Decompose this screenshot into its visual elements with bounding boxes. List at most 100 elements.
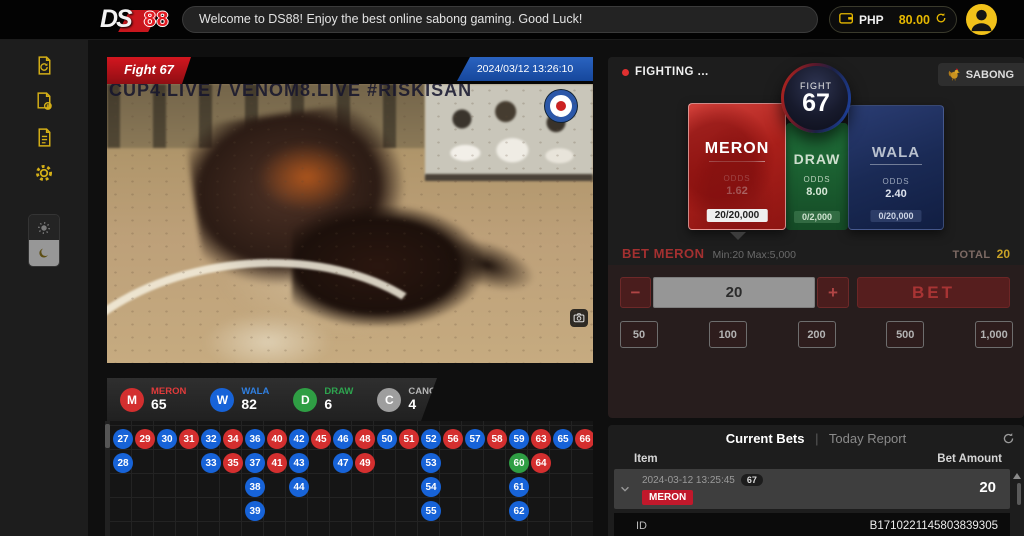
sidebar <box>0 40 88 536</box>
draw-odds-label: ODDS <box>786 175 848 184</box>
trend-scroll-thumb[interactable] <box>105 424 110 448</box>
quick-amount-500[interactable]: 500 <box>886 321 924 348</box>
trend-cell-65: 65 <box>553 429 573 449</box>
refresh-balance-icon[interactable] <box>935 11 947 29</box>
id-value: B1710221145803839305 <box>870 520 998 532</box>
arena-wall-spectators <box>425 84 593 176</box>
fight-circle: FIGHT 67 <box>781 63 851 133</box>
meron-card[interactable]: MERON ODDS 1.62 20/20,000 <box>688 103 786 230</box>
trend-cell-53: 53 <box>421 453 441 473</box>
trend-cell-66: 66 <box>575 429 593 449</box>
trend-cell-37: 37 <box>245 453 265 473</box>
ds88-logo[interactable]: DS 88 <box>100 4 178 36</box>
stat-value: 65 <box>151 397 186 412</box>
stat-value: 4 <box>408 397 448 412</box>
trend-cell-42: 42 <box>289 429 309 449</box>
status-dot <box>622 69 629 76</box>
trend-cell-33: 33 <box>201 453 221 473</box>
round-status: FIGHTING ... <box>622 66 709 78</box>
settings-icon[interactable] <box>27 156 61 190</box>
col-item: Item <box>634 453 658 465</box>
quick-amount-200[interactable]: 200 <box>798 321 836 348</box>
rooster-one <box>184 98 416 296</box>
stat-draw: DDRAW6 <box>293 387 353 412</box>
bet-time: 2024-03-12 13:25:45 <box>642 475 735 486</box>
refresh-bets-icon[interactable] <box>1002 432 1015 450</box>
logo-ds-text: DS <box>100 5 131 34</box>
live-video-player: Fight 67 2024/03/12 13:26:10 UCUP4.LIVE … <box>107 57 593 363</box>
col-bet-amount: Bet Amount <box>937 453 1002 465</box>
top-bar: DS 88 Welcome to DS88! Enjoy the best on… <box>0 0 1024 40</box>
bet-amount-input[interactable] <box>653 277 815 308</box>
trend-cell-48: 48 <box>355 429 375 449</box>
game-selector-sabong[interactable]: SABONG <box>938 63 1024 86</box>
stat-circle: W <box>210 388 234 412</box>
snapshot-icon[interactable] <box>570 309 588 327</box>
trend-cell-43: 43 <box>289 453 309 473</box>
quick-amount-1000[interactable]: 1,000 <box>975 321 1013 348</box>
chevron-down-icon[interactable] <box>619 482 631 500</box>
bet-side-badge: MERON <box>642 490 693 505</box>
bet-row[interactable]: 2024-03-12 13:25:45 67 MERON 20 <box>614 469 1010 509</box>
wala-underline <box>870 164 922 165</box>
stat-value: 82 <box>241 397 269 412</box>
selected-card-pointer <box>730 232 746 240</box>
chalk-circle-line <box>107 238 480 363</box>
arena-fence <box>107 84 425 148</box>
report-icon[interactable] <box>27 120 61 154</box>
tab-today-report[interactable]: Today Report <box>829 431 906 446</box>
tab-current-bets[interactable]: Current Bets <box>726 431 805 446</box>
trend-cell-29: 29 <box>135 429 155 449</box>
trend-cell-61: 61 <box>509 477 529 497</box>
game-history-icon[interactable] <box>27 48 61 82</box>
draw-odds-value: 8.00 <box>786 186 848 198</box>
trend-cell-31: 31 <box>179 429 199 449</box>
tab-separator: | <box>815 431 818 446</box>
quick-amounts: 50 100 200 500 1,000 <box>620 321 1013 349</box>
trend-cell-56: 56 <box>443 429 463 449</box>
bets-tabs: Current Bets | Today Report <box>608 431 1024 446</box>
balance-value: 80.00 <box>899 13 930 27</box>
avatar[interactable] <box>966 4 997 35</box>
trend-cell-27: 27 <box>113 429 133 449</box>
bets-scroll-up-arrow[interactable] <box>1013 473 1021 479</box>
stat-circle: C <box>377 388 401 412</box>
trend-scrollbar[interactable] <box>105 421 110 536</box>
bet-limits: Min:20 Max:5,000 <box>713 249 796 261</box>
wala-odds-label: ODDS <box>849 177 943 186</box>
dust-cloud <box>217 204 457 334</box>
bet-button[interactable]: BET <box>857 277 1010 308</box>
meron-odds-label: ODDS <box>689 174 785 183</box>
decrease-bet-button[interactable]: − <box>620 277 651 308</box>
wala-title: WALA <box>849 144 943 161</box>
draw-card[interactable]: DRAW ODDS 8.00 0/2,000 <box>786 123 848 230</box>
notice-marquee: Welcome to DS88! Enjoy the best online s… <box>182 6 818 33</box>
wala-odds-value: 2.40 <box>849 188 943 200</box>
trend-cell-55: 55 <box>421 501 441 521</box>
total-value: 20 <box>997 247 1010 261</box>
bets-scroll-thumb[interactable] <box>1017 483 1021 505</box>
trend-cell-45: 45 <box>311 429 331 449</box>
betting-panel: FIGHTING ... SABONG DRAW ODDS 8.00 0/2,0… <box>608 57 1024 418</box>
quick-amount-50[interactable]: 50 <box>620 321 658 348</box>
dark-mode-icon[interactable] <box>29 240 59 266</box>
bet-records-icon[interactable] <box>27 84 61 118</box>
trend-board: 2728293031323334353637383940414243444546… <box>107 421 593 536</box>
trend-cell-64: 64 <box>531 453 551 473</box>
bet-info-row: BET MERON Min:20 Max:5,000 TOTAL 20 <box>622 246 1010 261</box>
bet-amount-value: 20 <box>979 479 996 496</box>
increase-bet-button[interactable]: + <box>817 277 849 308</box>
arena-rail <box>425 174 593 181</box>
trend-cell-62: 62 <box>509 501 529 521</box>
trend-cell-35: 35 <box>223 453 243 473</box>
trend-cell-39: 39 <box>245 501 265 521</box>
wallet-pill[interactable]: PHP 80.00 <box>829 6 957 33</box>
light-mode-icon[interactable] <box>29 215 59 240</box>
wala-card[interactable]: WALA ODDS 2.40 0/20,000 <box>848 105 944 230</box>
video-header: Fight 67 2024/03/12 13:26:10 <box>107 57 593 84</box>
trend-cell-49: 49 <box>355 453 375 473</box>
trend-cell-44: 44 <box>289 477 309 497</box>
bet-fight-number: 67 <box>741 474 763 486</box>
trend-cell-63: 63 <box>531 429 551 449</box>
quick-amount-100[interactable]: 100 <box>709 321 747 348</box>
